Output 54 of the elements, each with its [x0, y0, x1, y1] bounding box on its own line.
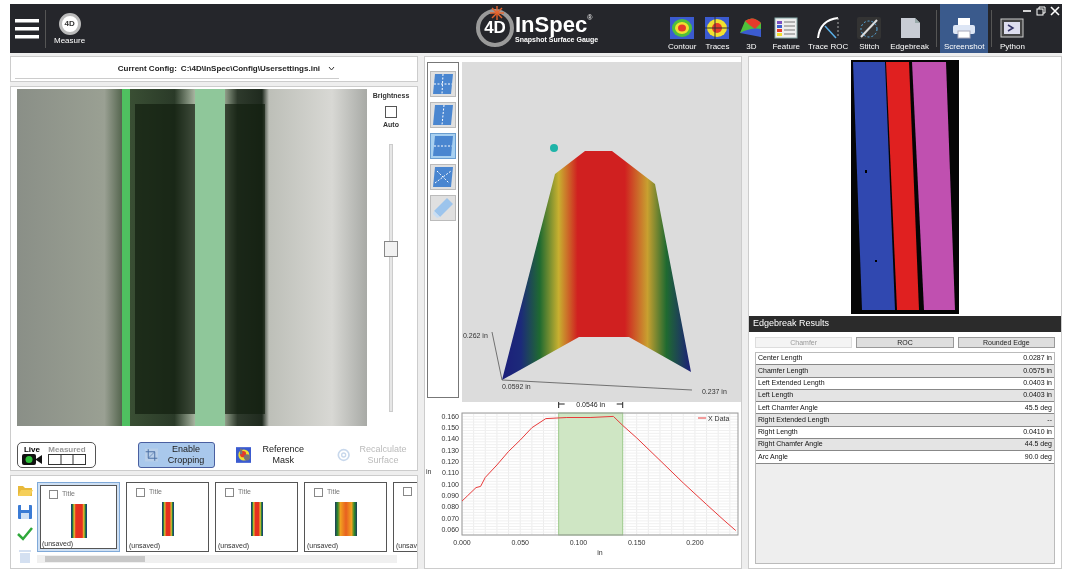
thumbnail-checkbox[interactable] [314, 487, 323, 497]
toolbar-button[interactable]: Python [995, 4, 1030, 53]
surface-thumbnail-placeholder [161, 501, 174, 536]
surface-thumbnail-placeholder [334, 501, 357, 536]
results-header: Edgebreak Results [749, 316, 1061, 332]
auto-checkbox[interactable] [385, 105, 397, 118]
view-tool-button[interactable] [429, 164, 456, 190]
toolbar-button[interactable]: Screenshot [939, 4, 989, 53]
surface-thumbnail-placeholder [250, 501, 263, 536]
restore-icon[interactable] [1036, 6, 1046, 16]
heatmap-icon [235, 445, 252, 465]
measure-button[interactable]: 4D Measure [52, 12, 88, 45]
section-line-icon [430, 165, 455, 189]
toolbar-button[interactable]: 3D [734, 4, 769, 53]
thumbnail-checkbox[interactable] [403, 487, 412, 496]
toolbar-button[interactable]: Edgebreak [886, 4, 933, 53]
video-camera-icon [22, 453, 42, 465]
view-tool-button[interactable] [429, 195, 456, 221]
close-icon[interactable] [1050, 6, 1060, 16]
surface-thumbnail-placeholder [70, 503, 87, 538]
view-tool-button[interactable] [429, 102, 456, 128]
caret-icon [328, 66, 335, 71]
slider-thumb[interactable] [384, 240, 398, 257]
film-strip-icon [48, 453, 86, 465]
toolbar-button[interactable]: Stitch [852, 4, 887, 53]
toolbar-button[interactable]: Contour [664, 4, 701, 53]
recalculate-surface-button: Recalculate Surface [329, 442, 417, 468]
spark-icon [490, 6, 504, 20]
toolbar-button[interactable]: Feature [768, 4, 805, 53]
surface-icon [739, 17, 764, 39]
section-line-icon [430, 134, 455, 158]
view-tool-button[interactable] [429, 71, 456, 97]
save-icon[interactable] [17, 504, 33, 520]
logo-text: InSpec [515, 13, 588, 36]
live-measured-toggle[interactable]: Live Measured [17, 442, 97, 468]
toolbar-button[interactable]: Trace ROC [804, 4, 853, 53]
section-line-icon [430, 103, 455, 127]
logo-ring: 4D [476, 9, 514, 47]
checkmark-icon[interactable] [17, 526, 33, 542]
enable-cropping-button[interactable]: Enable Cropping [138, 442, 215, 468]
horizontal-scrollbar[interactable] [37, 555, 397, 563]
thumbnail-checkbox[interactable] [136, 487, 145, 497]
measure-logo-icon: 4D [58, 12, 81, 35]
eraser-icon [430, 196, 455, 220]
view-tool-button[interactable] [429, 133, 456, 159]
section-line-icon [430, 72, 455, 96]
marker-dot-icon [549, 144, 558, 152]
contour-icon [670, 17, 695, 39]
reference-mask-button[interactable]: Reference Mask [228, 442, 316, 468]
toolbar-button[interactable]: Traces [700, 4, 735, 53]
thumbnail-checkbox[interactable] [49, 489, 58, 499]
dimension-arrow [558, 399, 624, 409]
menu-icon[interactable] [15, 18, 39, 39]
thumbnail-checkbox[interactable] [225, 487, 234, 497]
